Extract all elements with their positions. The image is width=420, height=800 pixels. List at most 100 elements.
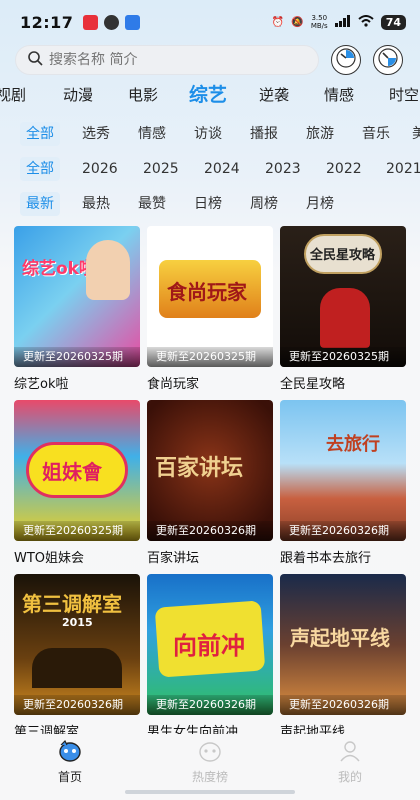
search-icon [28,50,43,70]
genre-chip[interactable]: 播报 [250,122,278,146]
show-poster[interactable]: 声起地平线 更新至20260326期 [280,574,406,715]
poster-caption: 全民星攻略 [310,248,376,263]
update-badge: 更新至20260325期 [14,521,140,541]
tab-tv-series[interactable]: 视剧 [0,84,26,105]
status-indicators: ⏰ 🔕 3.50 MB/s 74 [272,14,406,30]
show-card[interactable]: 声起地平线 更新至20260326期 声起地平线 [280,574,406,734]
genre-chip[interactable]: 访谈 [194,122,222,146]
home-indicator[interactable] [125,790,295,794]
show-title: 跟着书本去旅行 [280,551,372,566]
sort-chip-latest[interactable]: 最新 [20,192,60,216]
poster-caption: 声起地平线 [290,626,390,650]
show-card[interactable]: 去旅行 更新至20260326期 跟着书本去旅行 [280,400,406,566]
poster-caption: 去旅行 [326,434,380,455]
genre-chip[interactable]: 情感 [138,122,166,146]
category-tabs: 视剧 动漫 电影 综艺 逆袭 情感 时空 [0,80,420,110]
tab-variety[interactable]: 综艺 [189,80,227,107]
update-badge: 更新至20260326期 [14,695,140,715]
profile-icon [338,740,362,766]
app-notification-icon [83,14,99,30]
year-chip[interactable]: 2024 [204,157,240,181]
nav-profile-label: 我的 [337,770,362,784]
show-card[interactable]: 全民星攻略 更新至20260325期 全民星攻略 [280,226,406,392]
genre-chip[interactable]: 旅游 [306,122,334,146]
update-badge: 更新至20260325期 [147,347,273,367]
year-chip[interactable]: 2021 [386,157,420,181]
sort-chip[interactable]: 周榜 [250,192,278,216]
hot-icon [198,740,222,766]
sort-chip[interactable]: 日榜 [194,192,222,216]
poster-caption: 食尚玩家 [167,280,247,304]
nav-home[interactable]: 首页 [0,734,140,800]
tab-counterattack[interactable]: 逆袭 [259,84,289,105]
tab-movie[interactable]: 电影 [128,84,158,105]
poster-caption: 姐妹會 [42,460,102,484]
update-badge: 更新至20260326期 [147,695,273,715]
tab-emotion[interactable]: 情感 [324,84,354,105]
mute-icon: 🔕 [291,16,304,28]
sort-filter-row: 最新 最热 最赞 日榜 周榜 月榜 [0,190,420,218]
show-poster[interactable]: 去旅行 更新至20260326期 [280,400,406,541]
year-chip[interactable]: 2022 [326,157,362,181]
show-card[interactable]: 向前冲 更新至20260326期 男生女生向前冲 [147,574,273,734]
show-title: 第三调解室 [14,725,80,734]
show-card[interactable]: 姐妹會 更新至20260325期 WTO姐妹会 [14,400,140,566]
wifi-icon [358,14,374,30]
genre-chip-all[interactable]: 全部 [20,122,60,146]
poster-caption: 百家讲坛 [155,455,244,481]
year-chip[interactable]: 2026 [82,157,118,181]
show-card[interactable]: 食尚玩家 更新至20260325期 食尚玩家 [147,226,273,392]
show-grid: 综艺ok啦 更新至20260325期 综艺ok啦 食尚玩家 更新至2026032… [14,226,408,734]
genre-chip[interactable]: 音乐 [362,122,390,146]
show-poster[interactable]: 食尚玩家 更新至20260325期 [147,226,273,367]
show-card[interactable]: 第三调解室 2015 更新至20260326期 第三调解室 [14,574,140,734]
show-title: 男生女生向前冲 [147,725,239,734]
genre-chip[interactable]: 选秀 [82,122,110,146]
poster-host-figure [320,288,370,348]
history-clock-icon [335,47,357,73]
show-poster[interactable]: 百家讲坛 更新至20260326期 [147,400,273,541]
search-row [15,45,407,75]
show-poster[interactable]: 全民星攻略 更新至20260325期 [280,226,406,367]
status-time: 12:17 [20,12,74,32]
update-badge: 更新至20260325期 [14,347,140,367]
year-chip[interactable]: 2023 [265,157,301,181]
sort-chip[interactable]: 月榜 [306,192,334,216]
search-box[interactable] [15,45,319,75]
status-bar: 12:17 ⏰ 🔕 3.50 MB/s 74 [0,0,420,44]
signal-icon [334,14,351,30]
poster-host-figure [86,240,130,300]
show-poster[interactable]: 向前冲 更新至20260326期 [147,574,273,715]
show-poster[interactable]: 姐妹會 更新至20260325期 [14,400,140,541]
poster-silhouette [32,648,122,688]
status-app-icons [83,14,141,30]
show-title: 声起地平线 [280,725,346,734]
poster-caption: 向前冲 [173,632,245,660]
nav-hot-ranking-label: 热度榜 [191,770,228,784]
year-chip[interactable]: 2025 [143,157,179,181]
poster-caption: 第三调解室 [22,592,122,616]
poster-caption: 综艺ok啦 [22,259,96,279]
history-button[interactable] [331,45,361,75]
show-card[interactable]: 百家讲坛 更新至20260326期 百家讲坛 [147,400,273,566]
tab-anime[interactable]: 动漫 [63,84,93,105]
sort-chip[interactable]: 最热 [82,192,110,216]
show-poster[interactable]: 第三调解室 2015 更新至20260326期 [14,574,140,715]
update-badge: 更新至20260326期 [147,521,273,541]
filter-button[interactable] [373,45,403,75]
sort-chip[interactable]: 最赞 [138,192,166,216]
nav-profile[interactable]: 我的 [280,734,420,800]
show-card[interactable]: 综艺ok啦 更新至20260325期 综艺ok啦 [14,226,140,392]
year-chip-all[interactable]: 全部 [20,157,60,181]
update-badge: 更新至20260325期 [280,347,406,367]
app-notification-icon [125,14,141,30]
genre-chip[interactable]: 美 [412,122,420,146]
filter-clock-icon [377,47,399,73]
nav-home-label: 首页 [57,770,82,784]
poster-year: 2015 [62,616,93,629]
show-poster[interactable]: 综艺ok啦 更新至20260325期 [14,226,140,367]
year-filter-row: 全部 2026 2025 2024 2023 2022 2021 [0,155,420,183]
tab-time-travel[interactable]: 时空 [389,84,419,105]
search-input[interactable] [49,52,289,68]
update-badge: 更新至20260326期 [280,695,406,715]
